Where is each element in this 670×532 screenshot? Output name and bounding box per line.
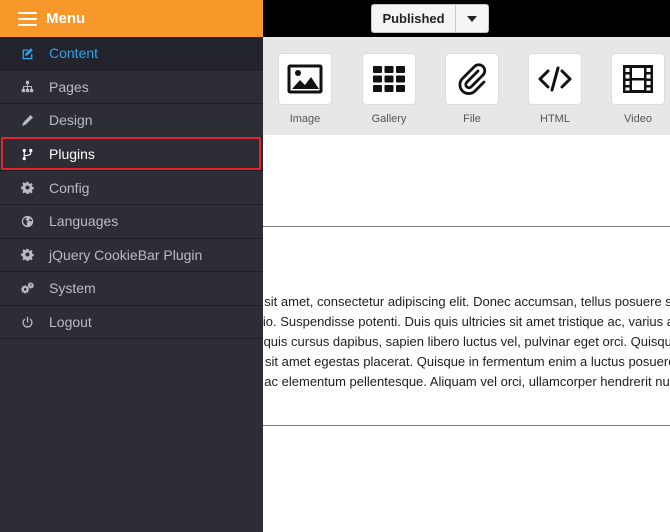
tool-file[interactable]: File (446, 54, 498, 125)
image-icon (287, 64, 323, 94)
paragraph-line: Sed molestie, odio quis cursus dapibus, … (263, 334, 670, 349)
tool-label: File (463, 113, 481, 125)
paperclip-icon (458, 63, 487, 95)
tool-label: Video (624, 113, 652, 125)
tool-video[interactable]: Video (612, 54, 664, 125)
sidebar-item-content[interactable]: Content (0, 37, 263, 71)
plug-icon (20, 147, 34, 161)
sidebar-item-config[interactable]: Config (0, 171, 263, 205)
sidebar-item-plugins[interactable]: Plugins (0, 136, 263, 172)
sidebar-item-jquery-cookiebar-plugin[interactable]: jQuery CookieBar Plugin (0, 239, 263, 273)
globe-icon (20, 214, 34, 228)
sitemap-icon (20, 80, 34, 94)
content-toolbar: Image Gallery File HTML Video (263, 37, 670, 135)
edit-icon (20, 46, 34, 60)
section-divider (263, 226, 670, 227)
sidebar-item-label: Languages (49, 213, 119, 230)
gears-icon (20, 281, 34, 295)
sidebar-item-design[interactable]: Design (0, 104, 263, 138)
sidebar-item-logout[interactable]: Logout (0, 306, 263, 340)
film-icon (623, 65, 653, 93)
sidebar-item-label: System (49, 280, 96, 297)
published-button[interactable]: Published (372, 5, 456, 32)
publish-button-group: Published (371, 4, 489, 33)
paragraph-line: Lorem ipsum dolor sit amet, consectetur … (263, 294, 670, 309)
sidebar-item-label: Pages (49, 78, 89, 95)
gear-icon (20, 248, 34, 262)
code-icon (538, 66, 572, 92)
sidebar-item-label: Plugins (49, 146, 95, 163)
caret-down-icon (467, 15, 477, 22)
top-bar: Published (263, 0, 670, 37)
tool-label: HTML (540, 113, 570, 125)
paragraph-line: Nunc dapibus odio ac elementum pellentes… (263, 374, 670, 389)
sidebar-item-label: Config (49, 179, 90, 196)
paragraph-line: Cras volutpat nunc sit amet egestas plac… (263, 354, 670, 369)
pencil-icon (20, 113, 34, 127)
editor-area[interactable]: Lorem ipsum dolor sit amet, consectetur … (263, 135, 670, 532)
sidebar: Menu Content Pages Design Plugins Config (0, 0, 263, 532)
menu-toggle[interactable]: Menu (0, 0, 263, 37)
paragraph-line: Donec non ante odio. Suspendisse potenti… (263, 314, 670, 329)
content-paragraph[interactable]: Lorem ipsum dolor sit amet, consectetur … (263, 292, 670, 392)
sidebar-item-label: jQuery CookieBar Plugin (49, 246, 203, 263)
gear-icon (20, 181, 34, 195)
sidebar-item-languages[interactable]: Languages (0, 205, 263, 239)
tool-label: Gallery (371, 113, 407, 125)
hamburger-icon (18, 11, 37, 26)
grid-icon (373, 66, 405, 92)
power-icon (20, 315, 34, 329)
tool-html[interactable]: HTML (529, 54, 581, 125)
sidebar-item-system[interactable]: System (0, 272, 263, 306)
tool-gallery[interactable]: Gallery (363, 54, 415, 125)
tool-label: Image (289, 113, 321, 125)
sidebar-item-pages[interactable]: Pages (0, 71, 263, 105)
tool-image[interactable]: Image (279, 54, 331, 125)
sidebar-item-label: Design (49, 112, 93, 129)
section-divider (263, 425, 670, 426)
sidebar-item-label: Logout (49, 314, 92, 331)
menu-title: Menu (46, 10, 86, 27)
sidebar-item-label: Content (49, 45, 99, 62)
publish-dropdown-toggle[interactable] (456, 5, 488, 32)
main-panel: Published Image Gallery File HTML Video … (263, 0, 670, 532)
